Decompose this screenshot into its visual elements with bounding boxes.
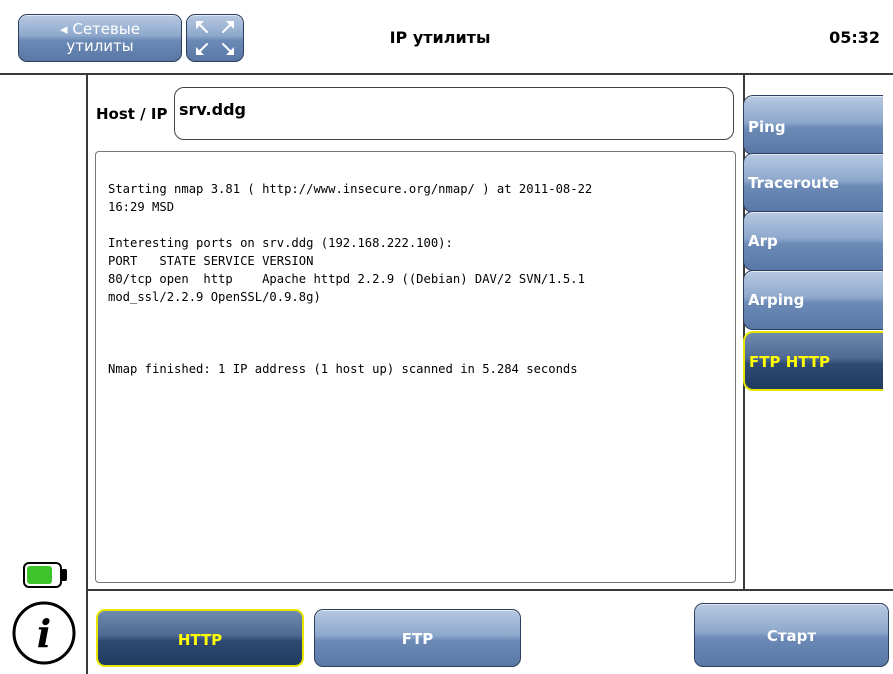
output-area[interactable]: Starting nmap 3.81 ( http://www.insecure…	[95, 151, 736, 583]
tab-ftp-http[interactable]: FTP HTTP	[743, 331, 883, 391]
battery-icon	[23, 561, 69, 589]
output-line: Interesting ports on srv.ddg (192.168.22…	[108, 236, 453, 250]
host-input[interactable]: srv.ddg	[174, 87, 734, 140]
tab-label: FTP HTTP	[749, 353, 831, 371]
fullscreen-button[interactable]	[186, 14, 244, 62]
svg-text:i: i	[37, 611, 51, 656]
output-line: PORT STATE SERVICE VERSION	[108, 254, 314, 268]
start-button[interactable]: Старт	[694, 603, 889, 667]
clock: 05:32	[829, 28, 880, 47]
output-line: Nmap finished: 1 IP address (1 host up) …	[108, 362, 578, 376]
http-button[interactable]: HTTP	[96, 609, 304, 667]
output-line: 16:29 MSD	[108, 200, 175, 214]
tab-ping[interactable]: Ping	[743, 95, 883, 155]
ftp-button[interactable]: FTP	[314, 609, 521, 667]
tab-arp[interactable]: Arp	[743, 211, 883, 271]
right-divider	[743, 75, 745, 589]
info-icon[interactable]: i	[6, 600, 82, 666]
back-label-line1: Сетевые	[72, 20, 140, 38]
tab-label: Traceroute	[748, 174, 839, 192]
output-line: 80/tcp open http Apache httpd 2.2.9 ((De…	[108, 272, 585, 286]
tab-label: Arping	[748, 291, 805, 309]
back-button[interactable]: ◂ Сетевые утилиты	[18, 14, 182, 62]
output-line: Starting nmap 3.81 ( http://www.insecure…	[108, 182, 593, 196]
tab-traceroute[interactable]: Traceroute	[743, 153, 883, 213]
back-arrow-icon: ◂	[60, 20, 68, 38]
tab-label: Ping	[748, 118, 786, 136]
tab-arping[interactable]: Arping	[743, 270, 883, 330]
host-label: Host / IP	[96, 105, 168, 123]
output-line: mod_ssl/2.2.9 OpenSSL/0.9.8g)	[108, 290, 321, 304]
expand-arrows-icon	[196, 21, 234, 55]
page-title: IP утилиты	[389, 28, 491, 47]
bottom-divider	[88, 589, 893, 591]
back-label-line2: утилиты	[66, 37, 134, 55]
tab-label: Arp	[748, 232, 778, 250]
